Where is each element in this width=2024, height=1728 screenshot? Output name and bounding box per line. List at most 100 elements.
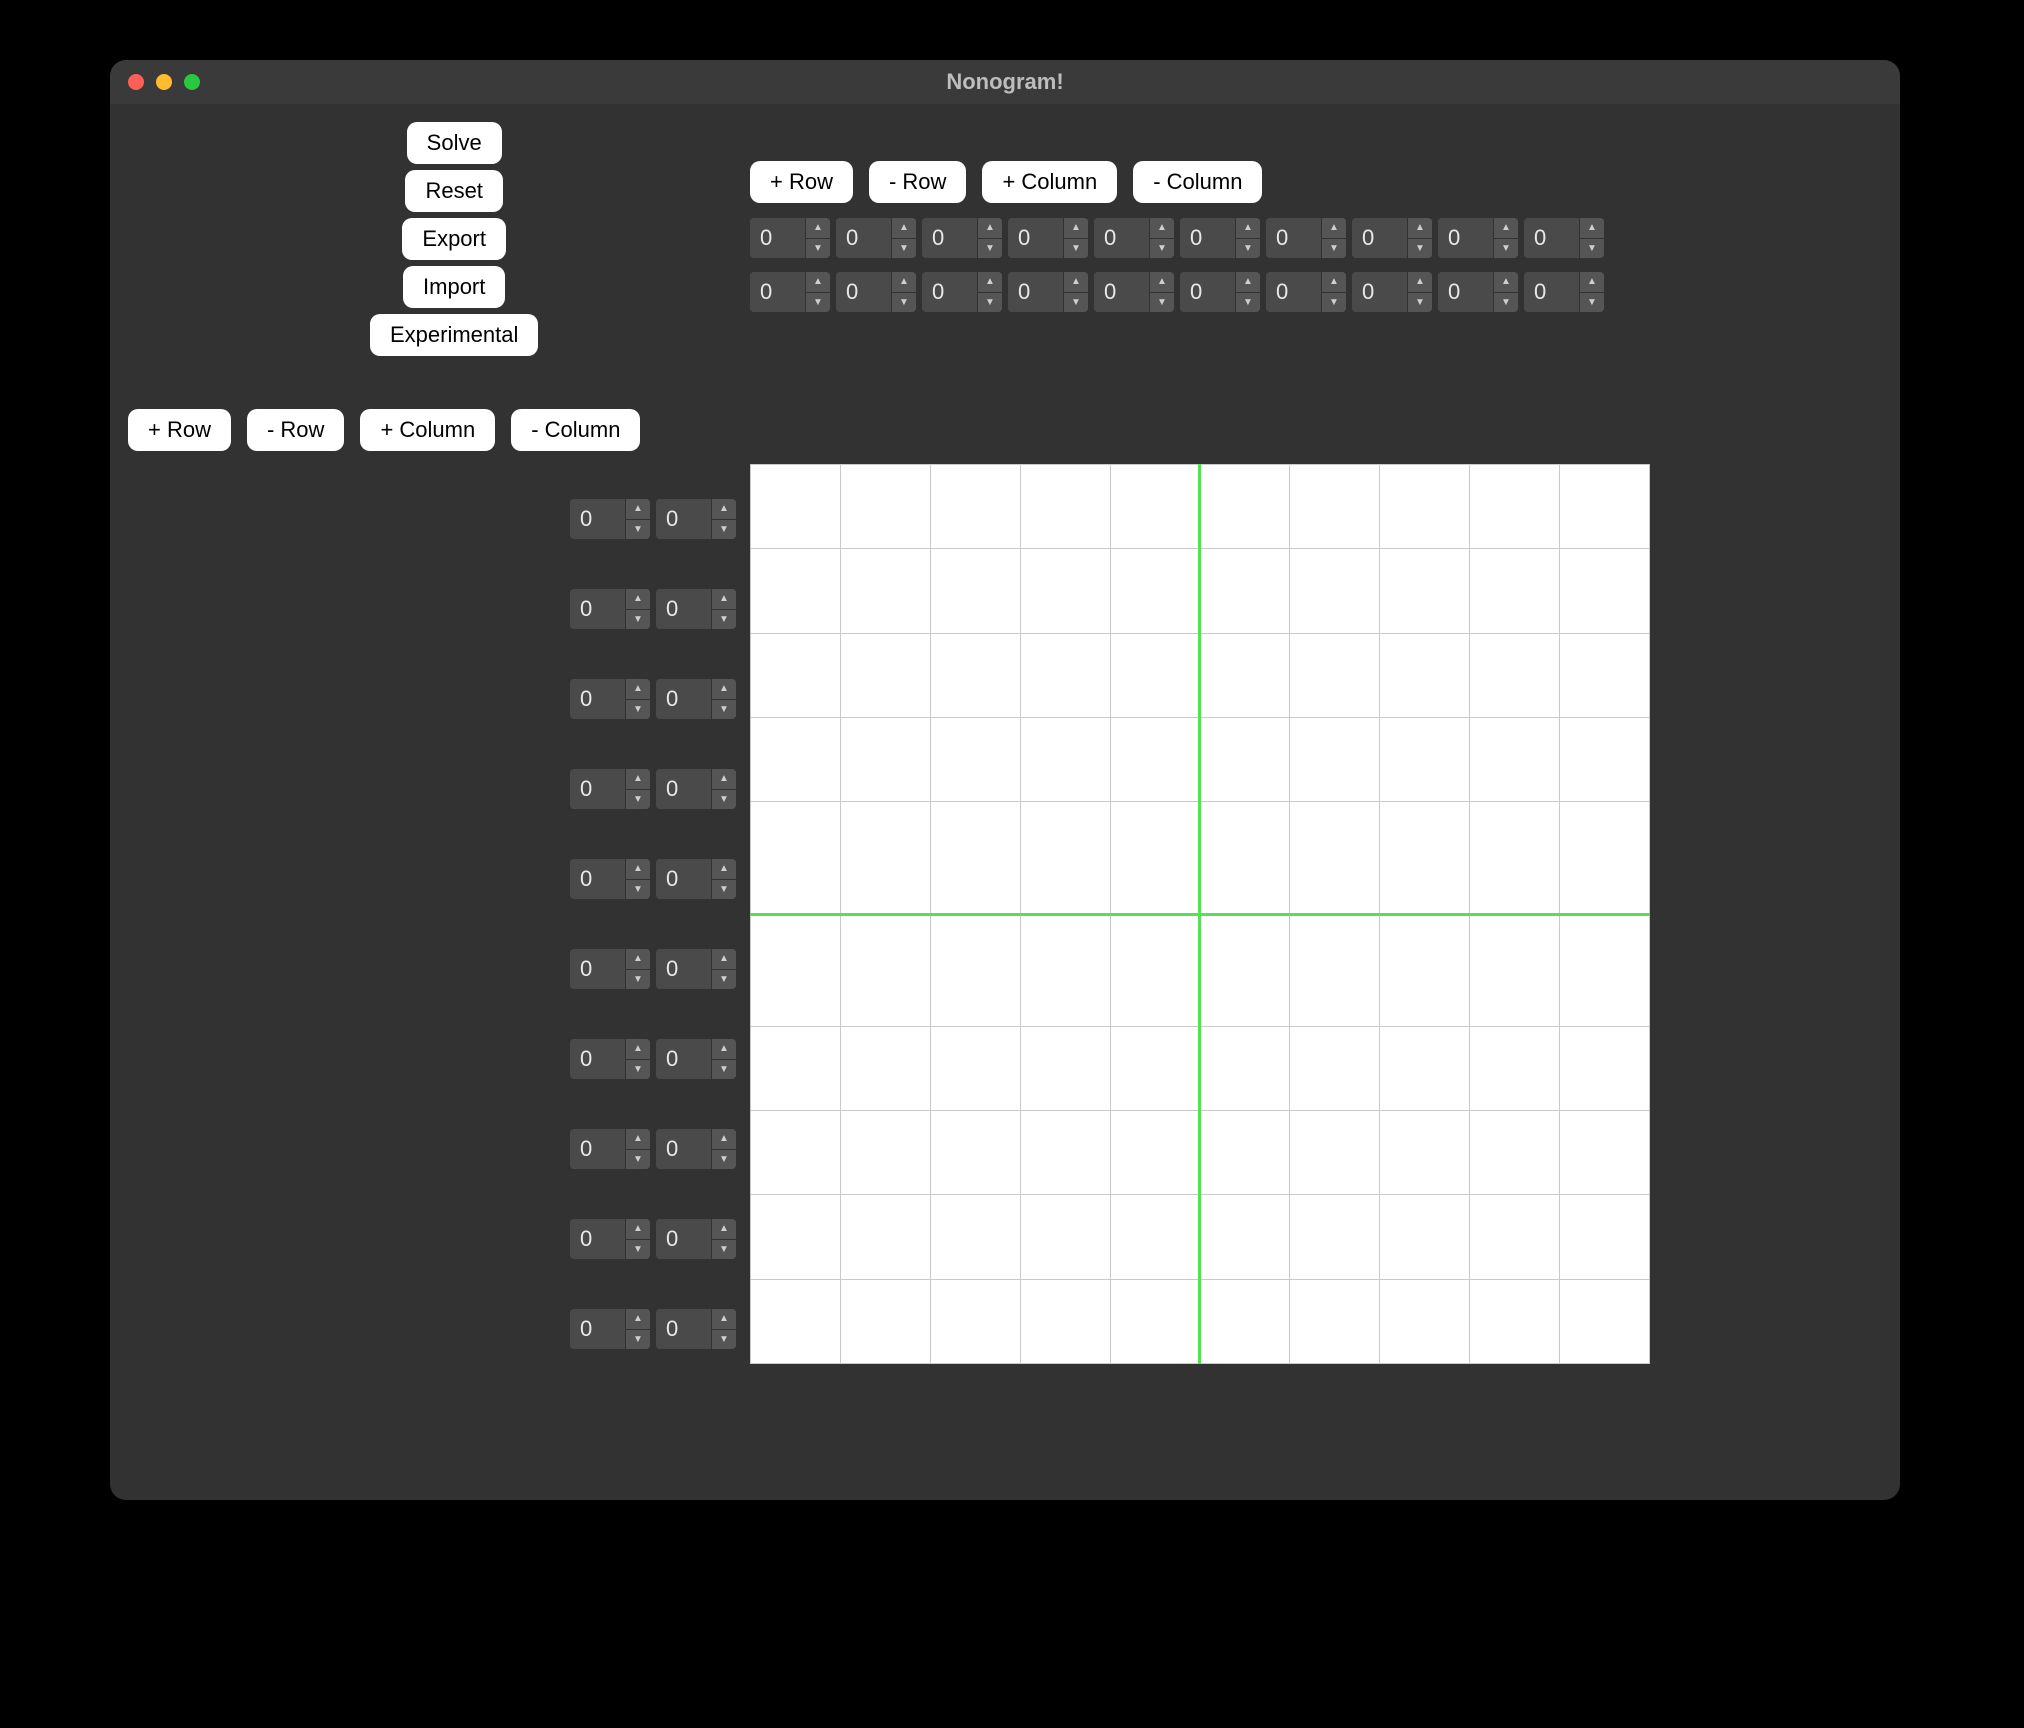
stepper-down-icon[interactable]: ▼: [978, 239, 1002, 259]
clue-spinner-col-3-0[interactable]: 0▲▼: [1008, 218, 1088, 258]
clue-spinner-col-1-1[interactable]: 0▲▼: [836, 272, 916, 312]
clue-spinner-col-2-0[interactable]: 0▲▼: [922, 218, 1002, 258]
grid-cell[interactable]: [1470, 1279, 1560, 1363]
stepper-up-icon[interactable]: ▲: [1408, 218, 1432, 239]
grid-cell[interactable]: [1290, 914, 1380, 1026]
stepper-down-icon[interactable]: ▼: [626, 970, 650, 990]
grid-cell[interactable]: [1200, 1195, 1290, 1279]
grid-cell[interactable]: [840, 549, 930, 633]
stepper-up-icon[interactable]: ▲: [626, 1309, 650, 1330]
grid-cell[interactable]: [1470, 717, 1560, 801]
grid-cell[interactable]: [930, 465, 1020, 549]
stepper-down-icon[interactable]: ▼: [712, 970, 736, 990]
grid-cell[interactable]: [1020, 802, 1110, 914]
grid-cell[interactable]: [840, 1279, 930, 1363]
grid-cell[interactable]: [751, 1111, 841, 1195]
stepper-down-icon[interactable]: ▼: [1150, 239, 1174, 259]
grid-cell[interactable]: [930, 1111, 1020, 1195]
stepper-up-icon[interactable]: ▲: [1236, 218, 1260, 239]
stepper-up-icon[interactable]: ▲: [978, 218, 1002, 239]
stepper-down-icon[interactable]: ▼: [892, 293, 916, 313]
clue-spinner-row-2-1[interactable]: 0▲▼: [656, 679, 736, 719]
stepper-down-icon[interactable]: ▼: [626, 880, 650, 900]
clue-spinner-col-2-1[interactable]: 0▲▼: [922, 272, 1002, 312]
grid-cell[interactable]: [1560, 1111, 1650, 1195]
stepper-up-icon[interactable]: ▲: [1494, 218, 1518, 239]
col-remove-row-button[interactable]: - Row: [869, 161, 966, 203]
stepper-up-icon[interactable]: ▲: [1236, 272, 1260, 293]
grid-cell[interactable]: [840, 633, 930, 717]
clue-spinner-row-8-0[interactable]: 0▲▼: [570, 1219, 650, 1259]
stepper-up-icon[interactable]: ▲: [712, 1129, 736, 1150]
clue-spinner-col-8-1[interactable]: 0▲▼: [1438, 272, 1518, 312]
grid-cell[interactable]: [1380, 1279, 1470, 1363]
grid-cell[interactable]: [1380, 1195, 1470, 1279]
col-add-col-button[interactable]: + Column: [982, 161, 1117, 203]
grid-cell[interactable]: [1560, 549, 1650, 633]
clue-spinner-row-8-1[interactable]: 0▲▼: [656, 1219, 736, 1259]
grid-cell[interactable]: [1200, 717, 1290, 801]
window-zoom-button[interactable]: [184, 74, 200, 90]
stepper-down-icon[interactable]: ▼: [626, 1330, 650, 1350]
row-add-row-button[interactable]: + Row: [128, 409, 231, 451]
experimental-button[interactable]: Experimental: [370, 314, 538, 356]
grid-cell[interactable]: [1020, 1279, 1110, 1363]
grid-cell[interactable]: [1470, 802, 1560, 914]
clue-spinner-col-9-0[interactable]: 0▲▼: [1524, 218, 1604, 258]
grid-cell[interactable]: [1380, 717, 1470, 801]
stepper-down-icon[interactable]: ▼: [626, 1240, 650, 1260]
grid-cell[interactable]: [1020, 914, 1110, 1026]
grid-cell[interactable]: [1380, 465, 1470, 549]
clue-spinner-col-0-1[interactable]: 0▲▼: [750, 272, 830, 312]
stepper-up-icon[interactable]: ▲: [626, 769, 650, 790]
stepper-up-icon[interactable]: ▲: [626, 589, 650, 610]
stepper-down-icon[interactable]: ▼: [712, 1330, 736, 1350]
grid-cell[interactable]: [1470, 1111, 1560, 1195]
stepper-down-icon[interactable]: ▼: [712, 1240, 736, 1260]
stepper-up-icon[interactable]: ▲: [1580, 218, 1604, 239]
stepper-down-icon[interactable]: ▼: [626, 700, 650, 720]
stepper-up-icon[interactable]: ▲: [1322, 218, 1346, 239]
clue-spinner-row-4-0[interactable]: 0▲▼: [570, 859, 650, 899]
grid-cell[interactable]: [1470, 465, 1560, 549]
grid-cell[interactable]: [1470, 1026, 1560, 1110]
stepper-down-icon[interactable]: ▼: [1580, 239, 1604, 259]
stepper-up-icon[interactable]: ▲: [806, 218, 830, 239]
row-remove-row-button[interactable]: - Row: [247, 409, 344, 451]
clue-spinner-row-3-1[interactable]: 0▲▼: [656, 769, 736, 809]
solve-button[interactable]: Solve: [407, 122, 502, 164]
clue-spinner-col-1-0[interactable]: 0▲▼: [836, 218, 916, 258]
clue-spinner-row-6-0[interactable]: 0▲▼: [570, 1039, 650, 1079]
grid-cell[interactable]: [1020, 1026, 1110, 1110]
stepper-up-icon[interactable]: ▲: [712, 1039, 736, 1060]
grid-cell[interactable]: [1110, 549, 1200, 633]
clue-spinner-row-5-1[interactable]: 0▲▼: [656, 949, 736, 989]
grid-cell[interactable]: [1110, 717, 1200, 801]
grid-cell[interactable]: [1560, 914, 1650, 1026]
stepper-up-icon[interactable]: ▲: [1150, 218, 1174, 239]
grid-cell[interactable]: [1470, 549, 1560, 633]
stepper-up-icon[interactable]: ▲: [712, 949, 736, 970]
stepper-down-icon[interactable]: ▼: [1408, 293, 1432, 313]
clue-spinner-row-0-1[interactable]: 0▲▼: [656, 499, 736, 539]
stepper-up-icon[interactable]: ▲: [626, 1219, 650, 1240]
grid-cell[interactable]: [1380, 802, 1470, 914]
grid-cell[interactable]: [1290, 1111, 1380, 1195]
grid-cell[interactable]: [751, 802, 841, 914]
grid-cell[interactable]: [840, 717, 930, 801]
stepper-up-icon[interactable]: ▲: [712, 1309, 736, 1330]
grid-cell[interactable]: [840, 1111, 930, 1195]
stepper-down-icon[interactable]: ▼: [1580, 293, 1604, 313]
grid-cell[interactable]: [840, 1026, 930, 1110]
grid-cell[interactable]: [1020, 717, 1110, 801]
grid-cell[interactable]: [840, 802, 930, 914]
row-remove-col-button[interactable]: - Column: [511, 409, 640, 451]
grid-cell[interactable]: [1470, 633, 1560, 717]
stepper-down-icon[interactable]: ▼: [1322, 239, 1346, 259]
stepper-down-icon[interactable]: ▼: [1064, 293, 1088, 313]
grid-cell[interactable]: [1380, 633, 1470, 717]
stepper-down-icon[interactable]: ▼: [712, 880, 736, 900]
stepper-up-icon[interactable]: ▲: [978, 272, 1002, 293]
grid-cell[interactable]: [1200, 1279, 1290, 1363]
stepper-down-icon[interactable]: ▼: [1064, 239, 1088, 259]
